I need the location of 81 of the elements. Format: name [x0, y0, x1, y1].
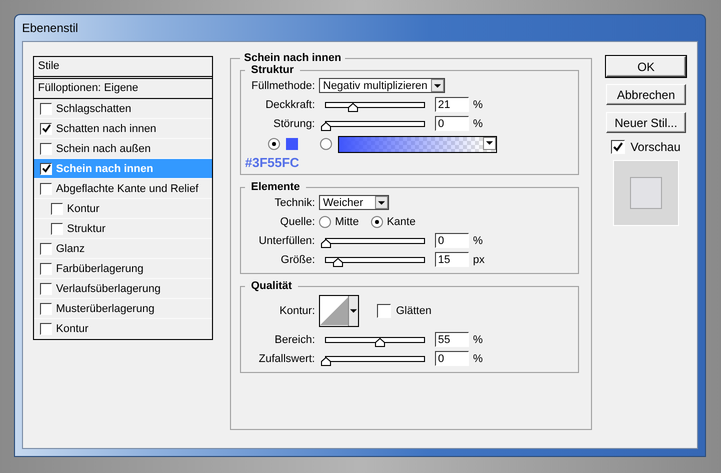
radio-button[interactable]: [319, 216, 331, 228]
list-item[interactable]: Glanz: [34, 239, 212, 259]
checkbox[interactable]: [40, 182, 52, 194]
list-item[interactable]: Schatten nach innen: [34, 119, 212, 139]
slider-thumb[interactable]: [348, 102, 358, 112]
checkbox[interactable]: [51, 222, 63, 234]
unit-label: px: [473, 254, 485, 266]
preview-thumbnail: [613, 160, 679, 226]
checkbox[interactable]: [40, 142, 52, 154]
field-label: Kontur:: [278, 305, 316, 317]
slider-thumb[interactable]: [332, 258, 343, 266]
technique-dropdown[interactable]: Weicher: [319, 195, 389, 210]
checkbox[interactable]: [40, 302, 52, 314]
list-item[interactable]: Kontur: [34, 319, 212, 339]
caret-icon: [483, 136, 496, 150]
field-label: Deckkraft:: [264, 98, 316, 110]
slider-thumb[interactable]: [321, 238, 331, 248]
field-label: Störung:: [272, 118, 316, 130]
number-field[interactable]: 0: [435, 351, 469, 366]
slider-thumb[interactable]: [321, 122, 331, 130]
contour-picker[interactable]: [319, 295, 359, 327]
list-item[interactable]: Kontur: [34, 199, 212, 219]
number-field[interactable]: 0: [435, 116, 469, 131]
list-item[interactable]: Fülloptionen: Eigene: [34, 79, 212, 99]
checkbox[interactable]: [40, 242, 52, 254]
group-title: Schein nach innen: [243, 52, 342, 64]
checkbox-option[interactable]: Glätten: [377, 304, 432, 318]
checkbox[interactable]: [611, 140, 626, 154]
field-label: Größe:: [280, 254, 316, 266]
slider-thumb[interactable]: [374, 338, 385, 346]
list-item[interactable]: Struktur: [34, 219, 212, 239]
list-header: Stile: [34, 57, 212, 79]
caret-icon: [348, 296, 358, 326]
checkbox[interactable]: [40, 282, 52, 294]
checkbox[interactable]: [377, 304, 391, 318]
checkbox[interactable]: [51, 202, 63, 214]
list-item[interactable]: Schlagschatten: [34, 99, 212, 119]
field-label: Füllmethode:: [250, 80, 316, 92]
radio-button[interactable]: [320, 138, 332, 150]
unit-label: %: [473, 334, 483, 346]
checkbox[interactable]: [40, 262, 52, 274]
field-label: Bereich:: [274, 334, 316, 346]
caret-icon: [375, 196, 388, 209]
unit-label: %: [473, 98, 483, 110]
unit-label: %: [473, 234, 483, 246]
slider-thumb[interactable]: [321, 356, 331, 366]
group-title: Qualität: [250, 280, 293, 292]
radio-option[interactable]: Mitte: [319, 216, 359, 228]
unit-label: %: [473, 118, 483, 130]
list-item[interactable]: Musterüberlagerung: [34, 299, 212, 319]
field-label: Unterfüllen:: [258, 234, 316, 246]
checkbox[interactable]: [40, 162, 52, 174]
radio-button[interactable]: [268, 138, 280, 150]
caret-icon: [431, 79, 444, 92]
dialog-button[interactable]: Neuer Stil...: [606, 112, 686, 133]
number-field[interactable]: 0: [435, 233, 469, 248]
list-item[interactable]: Verlaufsüberlagerung: [34, 279, 212, 299]
group-title: Elemente: [250, 181, 301, 193]
checkbox[interactable]: [40, 122, 52, 134]
number-field[interactable]: 55: [435, 332, 469, 347]
field-label: Zufallswert:: [258, 352, 316, 364]
blend-mode-dropdown[interactable]: Negativ multiplizieren: [319, 78, 445, 93]
field-label: Technik:: [274, 196, 316, 208]
list-item[interactable]: Farbüberlagerung: [34, 259, 212, 279]
unit-label: %: [473, 352, 483, 364]
window-title: Ebenenstil: [22, 21, 78, 35]
color-swatch[interactable]: [286, 138, 298, 150]
checkbox[interactable]: [40, 322, 52, 334]
radio-option[interactable]: Kante: [370, 216, 416, 228]
list-item[interactable]: Abgeflachte Kante und Relief: [34, 179, 212, 199]
field-label: Quelle:: [279, 216, 316, 228]
gradient-picker[interactable]: [338, 136, 497, 152]
dialog-button[interactable]: Abbrechen: [606, 84, 686, 105]
number-field[interactable]: 15: [435, 252, 469, 267]
radio-button[interactable]: [370, 216, 383, 228]
checkbox-option[interactable]: Vorschau: [611, 140, 681, 154]
group-title: Struktur: [250, 64, 295, 76]
checkbox[interactable]: [40, 102, 52, 114]
number-field[interactable]: 21: [435, 97, 469, 112]
color-code-label: #3F55FC: [245, 155, 300, 170]
dialog-button[interactable]: OK: [606, 56, 686, 77]
